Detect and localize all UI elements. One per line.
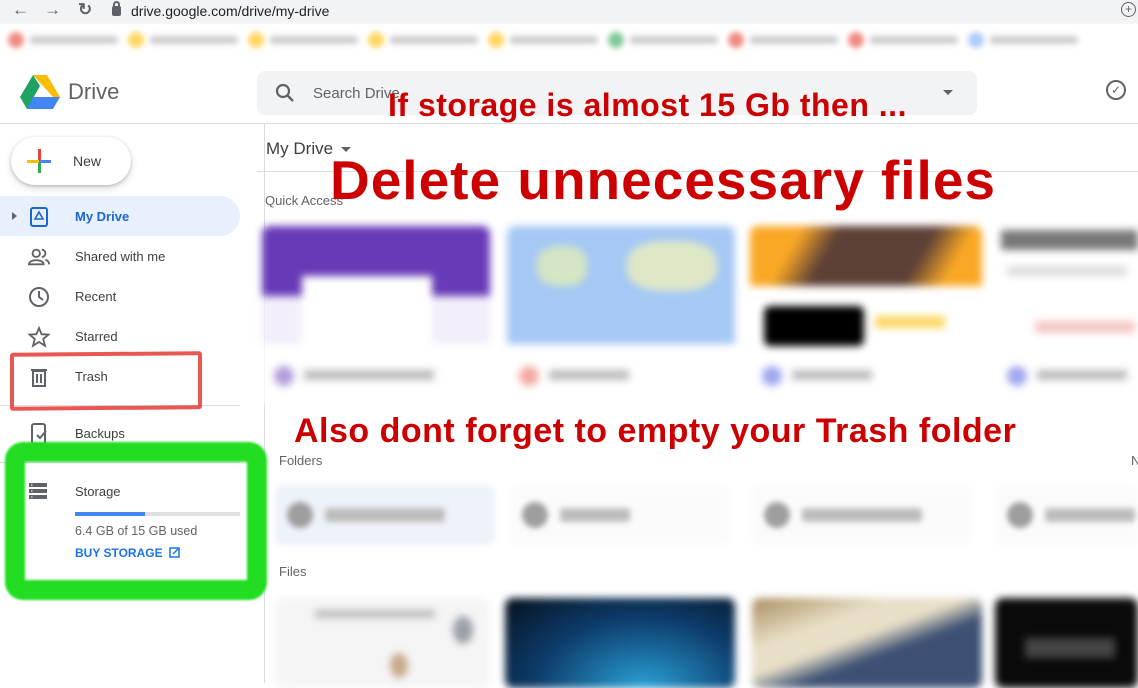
sidebar-item-recent[interactable]: Recent (0, 276, 240, 316)
folder-item[interactable] (275, 485, 495, 545)
search-icon[interactable] (275, 83, 295, 103)
plus-icon (27, 149, 51, 173)
new-button[interactable]: New (11, 137, 131, 185)
quick-access-card[interactable] (750, 226, 982, 406)
arrow-left-icon[interactable]: ← (12, 0, 29, 20)
bookmark[interactable] (968, 28, 1078, 52)
folder-item[interactable] (995, 485, 1138, 545)
arrow-right-icon[interactable]: → (44, 0, 61, 20)
files-heading: Files (279, 564, 307, 579)
sidebar-item-starred[interactable]: Starred (0, 316, 240, 356)
folder-item[interactable] (510, 485, 730, 545)
people-icon (28, 246, 50, 268)
file-card[interactable] (995, 598, 1138, 688)
sidebar-item-label: Backups (75, 425, 125, 441)
sidebar-item-label: Shared with me (75, 248, 166, 264)
bookmark[interactable] (848, 28, 958, 52)
folder-icon (1007, 502, 1033, 528)
bookmark[interactable] (248, 28, 358, 52)
sidebar-item-label: Recent (75, 288, 117, 304)
sidebar-item-shared-with-me[interactable]: Shared with me (0, 236, 240, 276)
clock-icon (28, 286, 50, 308)
search-options-icon[interactable] (943, 90, 953, 95)
browser-toolbar: ← → ↻ drive.google.com/drive/my-drive + (0, 0, 1138, 24)
annotation-storage-warning: If storage is almost 15 Gb then ... (388, 87, 907, 123)
annotation-delete-files: Delete unnecessary files (330, 149, 997, 211)
search-placeholder: Search Drive (313, 84, 400, 102)
address-bar[interactable]: drive.google.com/drive/my-drive (108, 0, 1138, 22)
quick-access-card[interactable] (262, 226, 490, 406)
bookmark[interactable] (8, 28, 118, 52)
storage-highlight-box (5, 442, 267, 600)
expand-arrow-icon[interactable] (12, 212, 17, 220)
file-card[interactable] (752, 598, 982, 688)
sidebar-item-my-drive[interactable]: My Drive (0, 196, 240, 236)
location-label: My Drive (266, 139, 334, 158)
drive-logo[interactable]: Drive (20, 75, 119, 109)
drive-logo-icon (20, 75, 60, 109)
app-name: Drive (68, 79, 120, 104)
new-button-label: New (73, 153, 102, 169)
name-sort-button[interactable]: N (1131, 453, 1138, 468)
my-drive-icon (28, 206, 50, 228)
star-icon (28, 326, 50, 348)
quick-access-card[interactable] (507, 226, 735, 406)
file-card[interactable] (505, 598, 735, 688)
folders-heading: Folders (279, 453, 323, 468)
offline-ready-icon[interactable]: ✓ (1106, 80, 1126, 100)
folder-icon (764, 502, 790, 528)
folder-icon (287, 502, 313, 528)
bookmark[interactable] (728, 28, 838, 52)
bookmarks-bar (0, 24, 1138, 60)
quick-access-card[interactable] (995, 226, 1138, 406)
sidebar-item-label: Starred (75, 328, 118, 344)
bookmark[interactable] (368, 28, 478, 52)
lock-icon (112, 1, 121, 16)
file-card[interactable] (275, 598, 490, 688)
sidebar-item-label: My Drive (75, 208, 130, 224)
bookmark[interactable] (128, 28, 238, 52)
reload-icon[interactable]: ↻ (78, 0, 92, 20)
folder-item[interactable] (752, 485, 972, 545)
annotation-empty-trash: Also dont forget to empty your Trash fol… (294, 412, 1017, 450)
plus-circle-icon[interactable]: + (1121, 2, 1136, 17)
trash-highlight-box (10, 351, 202, 411)
url-text: drive.google.com/drive/my-drive (131, 3, 330, 19)
folder-icon (522, 502, 548, 528)
bookmark[interactable] (608, 28, 718, 52)
bookmark[interactable] (488, 28, 598, 52)
